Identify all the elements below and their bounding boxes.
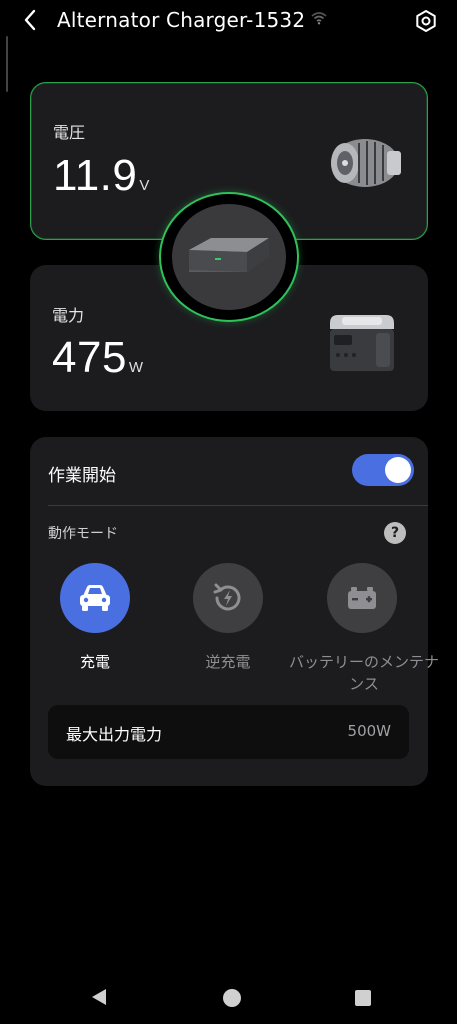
max-output-value: 500W	[347, 722, 391, 740]
mode-reverse-charge-button[interactable]	[193, 563, 263, 633]
power-label: 電力	[52, 306, 85, 325]
device-ring	[159, 192, 299, 322]
battery-icon	[348, 587, 376, 609]
controls-card: 作業開始 動作モード ? 充電 逆充電 バッテリーのメンテナンス 最大出力電力 …	[30, 437, 439, 786]
nav-back-icon[interactable]	[90, 988, 108, 1006]
system-nav-bar	[0, 972, 457, 1024]
power-number: 475	[52, 333, 127, 382]
alternator-charger-device-image	[189, 238, 269, 272]
chevron-left-icon	[24, 9, 36, 31]
back-button[interactable]	[16, 6, 44, 34]
nav-recent-apps-icon[interactable]	[355, 990, 371, 1006]
voltage-value: 11.9 V	[53, 151, 150, 201]
settings-button[interactable]	[414, 9, 438, 33]
mode-battery-maintenance[interactable]: バッテリーのメンテナンス	[289, 563, 439, 695]
mode-charge-button[interactable]	[60, 563, 130, 633]
max-output-row[interactable]: 最大出力電力 500W	[48, 705, 409, 759]
power-station-image	[330, 315, 394, 371]
mode-reverse-charge-label: 逆充電	[205, 653, 251, 671]
divider	[48, 505, 428, 506]
mode-charge-label: 充電	[79, 653, 110, 671]
reverse-charge-icon	[213, 583, 241, 611]
voltage-number: 11.9	[53, 151, 138, 200]
power-value: 475 W	[52, 333, 144, 383]
mode-reverse-charge[interactable]: 逆充電	[158, 563, 298, 673]
mode-charge[interactable]: 充電	[25, 563, 165, 673]
voltage-label: 電圧	[53, 123, 86, 142]
mode-battery-maintenance-label: バッテリーのメンテナンス	[288, 653, 439, 693]
power-unit: W	[128, 359, 144, 376]
alternator-image	[331, 139, 401, 187]
work-start-label: 作業開始	[48, 466, 116, 486]
hexagon-gear-icon	[416, 10, 436, 32]
app-header: Alternator Charger-1532	[0, 0, 457, 44]
help-icon[interactable]: ?	[384, 522, 406, 544]
nav-home-icon[interactable]	[223, 989, 241, 1007]
operation-mode-label: 動作モード	[48, 526, 118, 542]
voltage-unit: V	[139, 177, 150, 194]
car-icon	[80, 585, 110, 611]
max-output-label: 最大出力電力	[66, 725, 163, 744]
scrollbar[interactable]	[6, 36, 8, 92]
wifi-icon	[311, 12, 327, 25]
mode-battery-maintenance-button[interactable]	[327, 563, 397, 633]
work-start-toggle[interactable]	[352, 454, 414, 486]
toggle-knob	[385, 457, 411, 483]
page-title: Alternator Charger-1532	[57, 8, 306, 32]
device-ring-inner	[172, 204, 286, 310]
